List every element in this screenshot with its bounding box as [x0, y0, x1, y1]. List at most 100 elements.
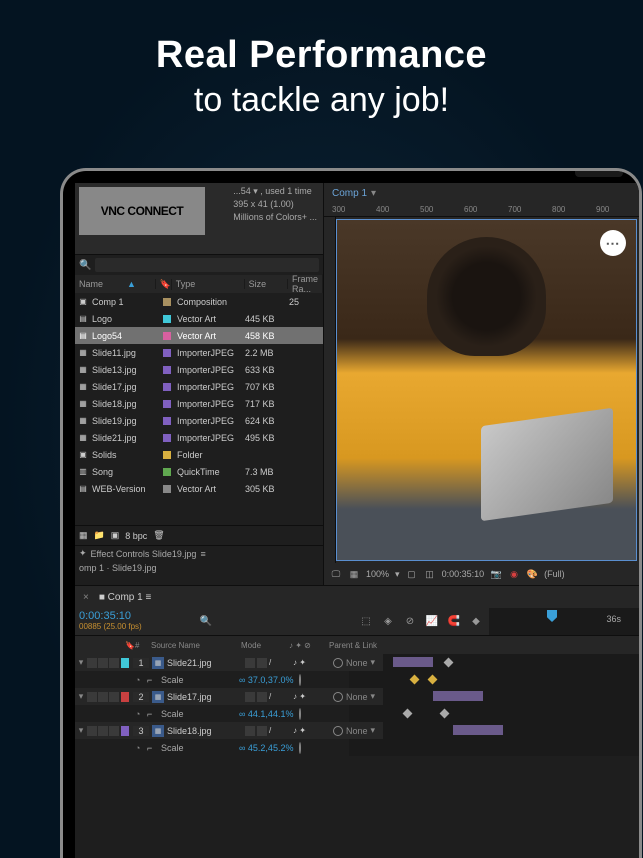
- project-row[interactable]: ▦ Slide17.jpg ImporterJPEG 707 KB: [75, 378, 323, 395]
- stopwatch-icon[interactable]: ◔: [135, 743, 147, 753]
- stopwatch-icon[interactable]: ◔: [135, 675, 147, 685]
- keyframe[interactable]: [410, 675, 420, 685]
- region-icon[interactable]: ◫: [424, 568, 436, 580]
- viewer-timecode[interactable]: 0:00:35:10: [442, 569, 485, 579]
- visibility-icon[interactable]: [87, 658, 97, 668]
- keyframe[interactable]: [440, 709, 450, 719]
- project-row[interactable]: ▣ Solids Folder: [75, 446, 323, 463]
- pickwhip-icon[interactable]: [299, 742, 301, 754]
- project-row[interactable]: ▤ Logo54 Vector Art 458 KB: [75, 327, 323, 344]
- label-swatch[interactable]: [163, 366, 171, 374]
- lock-icon[interactable]: [109, 658, 119, 668]
- mode-icon[interactable]: [245, 726, 255, 736]
- marker-icon[interactable]: ◆: [469, 615, 483, 629]
- twirl-icon[interactable]: ▾: [75, 691, 87, 702]
- label-swatch[interactable]: [163, 451, 171, 459]
- label-swatch[interactable]: [163, 400, 171, 408]
- keyframe[interactable]: [444, 658, 454, 668]
- zoom-level[interactable]: 100%: [366, 569, 389, 579]
- lock-icon[interactable]: [109, 692, 119, 702]
- keyframe[interactable]: [403, 709, 413, 719]
- parent-value[interactable]: None: [346, 726, 368, 736]
- mode-icon[interactable]: [245, 692, 255, 702]
- grid-icon[interactable]: ▦: [348, 568, 360, 580]
- layer-bar[interactable]: [433, 691, 483, 701]
- layer-color[interactable]: [121, 658, 129, 668]
- project-row[interactable]: ▤ WEB-Version Vector Art 305 KB: [75, 480, 323, 497]
- mask-icon[interactable]: ▢: [406, 568, 418, 580]
- ruler-vertical[interactable]: [324, 217, 336, 563]
- close-icon[interactable]: ×: [83, 592, 89, 603]
- timeline-timecode[interactable]: 0:00:35:10: [79, 610, 189, 622]
- layer-bar[interactable]: [393, 657, 433, 667]
- layer-row[interactable]: ▾ 3 ▦ Slide18.jpg / ♪ ✦ None▾: [75, 722, 639, 739]
- label-swatch[interactable]: [163, 417, 171, 425]
- pickwhip-icon[interactable]: [333, 692, 343, 702]
- layer-name[interactable]: Slide17.jpg: [167, 692, 245, 702]
- label-swatch[interactable]: [163, 332, 171, 340]
- color-icon[interactable]: 🎨: [526, 568, 538, 580]
- lock-icon[interactable]: [109, 726, 119, 736]
- pickwhip-icon[interactable]: [299, 674, 301, 686]
- mode-icon[interactable]: [245, 658, 255, 668]
- layer-name[interactable]: Slide21.jpg: [167, 658, 245, 668]
- more-button[interactable]: ⋯: [600, 230, 626, 256]
- channel-icon[interactable]: ◉: [508, 568, 520, 580]
- snap-icon[interactable]: 🧲: [447, 615, 461, 629]
- layer-color[interactable]: [121, 726, 129, 736]
- search-icon[interactable]: 🔍: [199, 615, 213, 629]
- layer-name[interactable]: Slide18.jpg: [167, 726, 245, 736]
- layer-track[interactable]: [383, 688, 639, 705]
- pickwhip-icon[interactable]: [333, 658, 343, 668]
- keyframe-track[interactable]: [349, 671, 639, 688]
- playhead[interactable]: [547, 610, 557, 622]
- label-swatch[interactable]: [163, 349, 171, 357]
- solo-icon[interactable]: [98, 658, 108, 668]
- visibility-icon[interactable]: [87, 692, 97, 702]
- label-swatch[interactable]: [163, 315, 171, 323]
- project-row[interactable]: ▣ Comp 1 Composition 25: [75, 293, 323, 310]
- visibility-icon[interactable]: [87, 726, 97, 736]
- pickwhip-icon[interactable]: [299, 708, 301, 720]
- stopwatch-icon[interactable]: ◔: [135, 709, 147, 719]
- project-row[interactable]: ▦ Slide13.jpg ImporterJPEG 633 KB: [75, 361, 323, 378]
- label-swatch[interactable]: [163, 468, 171, 476]
- project-row[interactable]: ▦ Slide19.jpg ImporterJPEG 624 KB: [75, 412, 323, 429]
- resolution-label[interactable]: (Full): [544, 569, 565, 579]
- layer-track[interactable]: [383, 654, 639, 671]
- label-swatch[interactable]: [163, 383, 171, 391]
- keyframe[interactable]: [428, 675, 438, 685]
- twirl-icon[interactable]: ▾: [75, 657, 87, 668]
- layer-track[interactable]: [383, 722, 639, 739]
- keyframe-track[interactable]: [349, 739, 639, 756]
- pickwhip-icon[interactable]: [333, 726, 343, 736]
- folder-icon[interactable]: 📁: [94, 530, 105, 541]
- composition-preview[interactable]: ⋯: [336, 219, 637, 561]
- label-swatch[interactable]: [163, 485, 171, 493]
- layer-row[interactable]: ▾ 1 ▦ Slide21.jpg / ♪ ✦ None▾: [75, 654, 639, 671]
- time-ruler[interactable]: 36s: [489, 608, 639, 635]
- motion-blur-icon[interactable]: ⊘: [403, 615, 417, 629]
- project-list[interactable]: ▣ Comp 1 Composition 25▤ Logo Vector Art…: [75, 293, 323, 525]
- layer-property-row[interactable]: ◔ ⌐ Scale ∞ 37.0,37.0%: [75, 671, 639, 688]
- label-swatch[interactable]: [163, 434, 171, 442]
- project-row[interactable]: ▤ Logo Vector Art 445 KB: [75, 310, 323, 327]
- layer-property-row[interactable]: ◔ ⌐ Scale ∞ 45.2,45.2%: [75, 739, 639, 756]
- solo-icon[interactable]: [98, 692, 108, 702]
- project-row[interactable]: ▥ Song QuickTime 7.3 MB: [75, 463, 323, 480]
- bpc-label[interactable]: 8 bpc: [125, 531, 147, 541]
- new-comp-icon[interactable]: ▣: [111, 530, 120, 541]
- project-row[interactable]: ▦ Slide21.jpg ImporterJPEG 495 KB: [75, 429, 323, 446]
- parent-value[interactable]: None: [346, 658, 368, 668]
- label-swatch[interactable]: [163, 298, 171, 306]
- ruler-horizontal[interactable]: 300400500600700800900: [324, 203, 639, 217]
- project-search-input[interactable]: [95, 258, 319, 272]
- trash-icon[interactable]: 🗑: [153, 530, 164, 541]
- layer-row[interactable]: ▾ 2 ▦ Slide17.jpg / ♪ ✦ None▾: [75, 688, 639, 705]
- search-icon[interactable]: 🔍: [79, 260, 91, 271]
- keyframe-track[interactable]: [349, 705, 639, 722]
- solo-icon[interactable]: [98, 726, 108, 736]
- layer-color[interactable]: [121, 692, 129, 702]
- project-row[interactable]: ▦ Slide11.jpg ImporterJPEG 2.2 MB: [75, 344, 323, 361]
- property-value[interactable]: ∞ 44.1,44.1%: [239, 709, 299, 719]
